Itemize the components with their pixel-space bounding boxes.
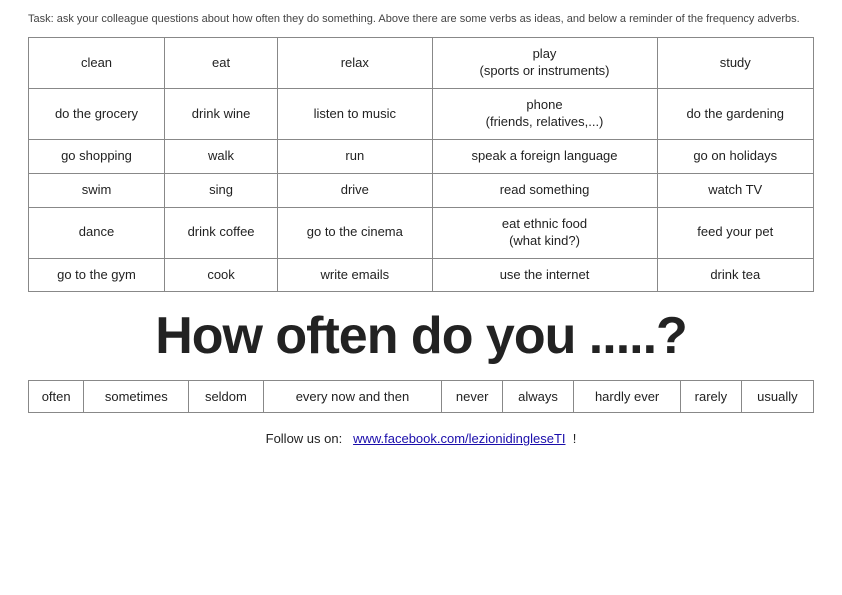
verb-cell: drink tea <box>657 258 814 292</box>
verb-cell: do the grocery <box>29 89 165 140</box>
verb-cell: watch TV <box>657 173 814 207</box>
verb-cell: use the internet <box>432 258 657 292</box>
verb-cell: listen to music <box>278 89 432 140</box>
freq-adverb-cell: sometimes <box>84 381 189 413</box>
freq-adverb-cell: hardly ever <box>574 381 681 413</box>
verb-cell: go to the gym <box>29 258 165 292</box>
big-question-heading: How often do you .....? <box>28 306 814 366</box>
verb-cell: walk <box>164 139 277 173</box>
verbs-table: cleaneatrelaxplay(sports or instruments)… <box>28 37 814 292</box>
follow-line: Follow us on: www.facebook.com/lezionidi… <box>28 431 814 446</box>
verb-cell: drink coffee <box>164 207 277 258</box>
verb-cell: write emails <box>278 258 432 292</box>
verb-cell: relax <box>278 38 432 89</box>
verb-cell: read something <box>432 173 657 207</box>
verb-cell: eat <box>164 38 277 89</box>
verb-cell: eat ethnic food(what kind?) <box>432 207 657 258</box>
verb-cell: speak a foreign language <box>432 139 657 173</box>
frequency-table: oftensometimesseldomevery now and thenne… <box>28 380 814 413</box>
verb-cell: drink wine <box>164 89 277 140</box>
verb-cell: cook <box>164 258 277 292</box>
freq-adverb-cell: every now and then <box>263 381 442 413</box>
verb-cell: play(sports or instruments) <box>432 38 657 89</box>
freq-adverb-cell: seldom <box>189 381 263 413</box>
freq-adverb-cell: never <box>442 381 503 413</box>
verb-cell: go to the cinema <box>278 207 432 258</box>
follow-suffix: ! <box>573 431 577 446</box>
verb-cell: sing <box>164 173 277 207</box>
verb-cell: phone(friends, relatives,...) <box>432 89 657 140</box>
freq-adverb-cell: rarely <box>681 381 742 413</box>
verb-cell: feed your pet <box>657 207 814 258</box>
verb-cell: swim <box>29 173 165 207</box>
verb-cell: clean <box>29 38 165 89</box>
verb-cell: go on holidays <box>657 139 814 173</box>
freq-adverb-cell: often <box>29 381 84 413</box>
task-description: Task: ask your colleague questions about… <box>28 12 814 27</box>
verb-cell: study <box>657 38 814 89</box>
verb-cell: do the gardening <box>657 89 814 140</box>
verb-cell: run <box>278 139 432 173</box>
verb-cell: dance <box>29 207 165 258</box>
verb-cell: go shopping <box>29 139 165 173</box>
follow-label: Follow us on: <box>266 431 343 446</box>
freq-adverb-cell: usually <box>741 381 813 413</box>
verb-cell: drive <box>278 173 432 207</box>
freq-adverb-cell: always <box>502 381 573 413</box>
follow-link[interactable]: www.facebook.com/lezionidingleseTI <box>353 431 565 446</box>
